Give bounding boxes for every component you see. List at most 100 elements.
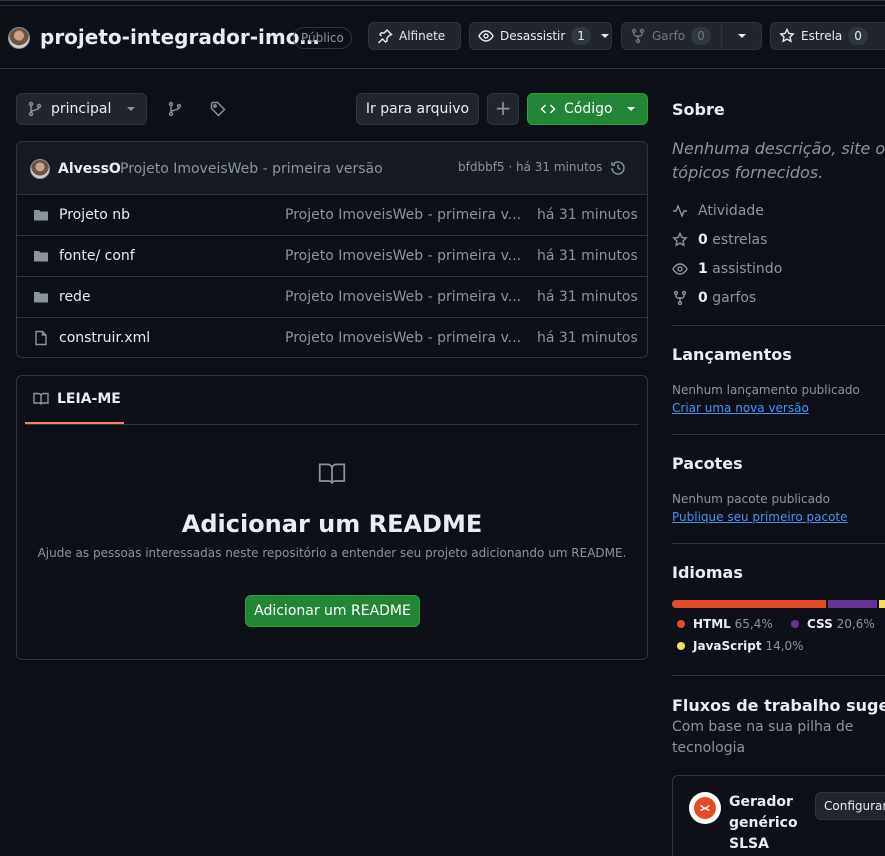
book-icon xyxy=(33,392,49,405)
chevron-down-icon xyxy=(626,107,635,111)
file-time: há 31 minutos xyxy=(537,289,638,305)
workflow-name-line2: genérico xyxy=(729,815,798,831)
publish-package-link[interactable]: Publique seu primeiro pacote xyxy=(672,510,848,524)
code-button[interactable]: Código xyxy=(527,93,648,125)
eye-icon xyxy=(478,30,494,42)
language-item[interactable]: HTML 65,4% xyxy=(677,617,773,631)
packages-title[interactable]: Pacotes xyxy=(672,454,743,473)
watching-count: 1 xyxy=(698,261,708,277)
pin-label: Alfinete xyxy=(399,29,446,43)
releases-empty: Nenhum lançamento publicado xyxy=(672,383,860,397)
readme-divider xyxy=(25,424,639,425)
chevron-down-icon xyxy=(127,107,136,111)
repo-name[interactable]: projeto-integrador-imo… xyxy=(40,25,320,49)
activity-link[interactable]: Atividade xyxy=(672,203,764,219)
file-row[interactable]: construir.xml Projeto ImoveisWeb - primei… xyxy=(17,318,647,357)
commit-author[interactable]: AlvessO xyxy=(58,161,121,177)
languages-title: Idiomas xyxy=(672,563,743,582)
chevron-down-icon[interactable] xyxy=(737,34,746,38)
readme-tab[interactable]: LEIA-ME xyxy=(25,376,124,424)
star-label: Estrela xyxy=(801,29,843,43)
fork-icon xyxy=(673,290,687,306)
repo-header: projeto-integrador-imo… Público Alfinete… xyxy=(0,0,885,69)
workflow-name-line3: SLSA xyxy=(729,836,769,852)
code-label: Código xyxy=(564,101,613,117)
language-item[interactable]: CSS 20,6% xyxy=(791,617,875,631)
star-icon xyxy=(672,232,688,247)
unwatch-button[interactable]: Desassistir 1 xyxy=(469,22,612,50)
star-button[interactable]: Estrela 0 xyxy=(770,22,885,50)
go-to-file-button[interactable]: Ir para arquivo xyxy=(356,93,479,125)
language-percent: 14,0% xyxy=(765,639,804,653)
pin-button[interactable]: Alfinete xyxy=(368,22,461,50)
history-link[interactable] xyxy=(610,160,626,180)
branches-link[interactable] xyxy=(167,101,183,121)
watch-count: 1 xyxy=(571,27,591,45)
workflows-desc-line2: tecnologia xyxy=(672,740,746,756)
branches-icon xyxy=(168,101,182,117)
workflow-name-line1: Gerador xyxy=(729,794,793,810)
sidebar-divider xyxy=(672,325,885,326)
file-commit-message[interactable]: Projeto ImoveisWeb - primeira v... xyxy=(285,248,521,264)
stars-count: 0 xyxy=(698,232,708,248)
file-name[interactable]: rede xyxy=(59,289,91,305)
watchers-link[interactable]: 1 assistindo xyxy=(672,261,782,277)
language-name: HTML xyxy=(693,617,731,631)
language-percent: 20,6% xyxy=(836,617,875,631)
workflow-card: Gerador genérico SLSA Configurar xyxy=(672,775,885,856)
language-bar-segment xyxy=(828,600,877,608)
file-row[interactable]: Projeto nb Projeto ImoveisWeb - primeira … xyxy=(17,195,647,236)
add-readme-button[interactable]: Adicionar um README xyxy=(245,595,420,627)
branch-selector[interactable]: principal xyxy=(16,93,147,125)
eye-icon xyxy=(672,263,688,275)
language-percent: 65,4% xyxy=(734,617,773,631)
create-release-link[interactable]: Criar uma nova versão xyxy=(672,401,809,415)
file-commit-message[interactable]: Projeto ImoveisWeb - primeira v... xyxy=(285,289,521,305)
visibility-badge: Público xyxy=(293,27,352,49)
fork-button[interactable]: Garfo 0 xyxy=(621,22,762,50)
file-row[interactable]: rede Projeto ImoveisWeb - primeira v... há… xyxy=(17,277,647,318)
file-name[interactable]: fonte/ conf xyxy=(59,248,135,264)
tags-link[interactable] xyxy=(210,101,226,121)
file-name[interactable]: construir.xml xyxy=(59,330,150,346)
file-row[interactable]: fonte/ conf Projeto ImoveisWeb - primeira… xyxy=(17,236,647,277)
history-icon xyxy=(611,161,625,175)
readme-heading: Adicionar um README xyxy=(181,510,483,538)
forks-link[interactable]: 0 garfos xyxy=(672,290,756,306)
readme-panel: LEIA-ME Adicionar um README Ajude as pes… xyxy=(16,375,648,660)
branch-name: principal xyxy=(51,101,112,117)
add-file-button[interactable]: + xyxy=(487,93,519,125)
folder-icon xyxy=(34,210,48,221)
file-time: há 31 minutos xyxy=(537,330,638,346)
readme-description: Ajude as pessoas interessadas neste repo… xyxy=(37,546,627,560)
language-dot xyxy=(677,620,685,628)
workflows-desc-line1: Com base na sua pilha de xyxy=(672,719,854,735)
file-time: há 31 minutos xyxy=(537,248,638,264)
author-avatar[interactable] xyxy=(30,159,50,179)
code-icon xyxy=(540,104,556,114)
forks-count: 0 xyxy=(698,290,708,306)
language-bar xyxy=(672,600,885,608)
stars-label: estrelas xyxy=(712,232,768,248)
commit-message[interactable]: Projeto ImoveisWeb - primeira versão xyxy=(120,161,383,177)
owner-avatar[interactable] xyxy=(8,27,30,49)
book-icon xyxy=(315,460,349,492)
sidebar-divider xyxy=(672,434,885,435)
file-commit-message[interactable]: Projeto ImoveisWeb - primeira v... xyxy=(285,330,521,346)
forks-label: garfos xyxy=(712,290,757,306)
file-name[interactable]: Projeto nb xyxy=(59,207,130,223)
packages-empty: Nenhum pacote publicado xyxy=(672,492,830,506)
branch-icon xyxy=(28,101,42,117)
sidebar-divider xyxy=(672,543,885,544)
fork-icon xyxy=(631,28,645,44)
language-item[interactable]: JavaScript 14,0% xyxy=(677,639,804,653)
file-list: AlvessO Projeto ImoveisWeb - primeira ve… xyxy=(16,141,648,358)
releases-title[interactable]: Lançamentos xyxy=(672,345,792,364)
commit-sha-time[interactable]: bfdbbf5 · há 31 minutos xyxy=(458,160,602,174)
tag-icon xyxy=(210,101,226,117)
slsa-logo-icon xyxy=(689,792,721,824)
file-commit-message[interactable]: Projeto ImoveisWeb - primeira v... xyxy=(285,207,521,223)
stars-link[interactable]: 0 estrelas xyxy=(672,232,767,248)
folder-icon xyxy=(34,292,48,303)
configure-button[interactable]: Configurar xyxy=(815,792,885,820)
